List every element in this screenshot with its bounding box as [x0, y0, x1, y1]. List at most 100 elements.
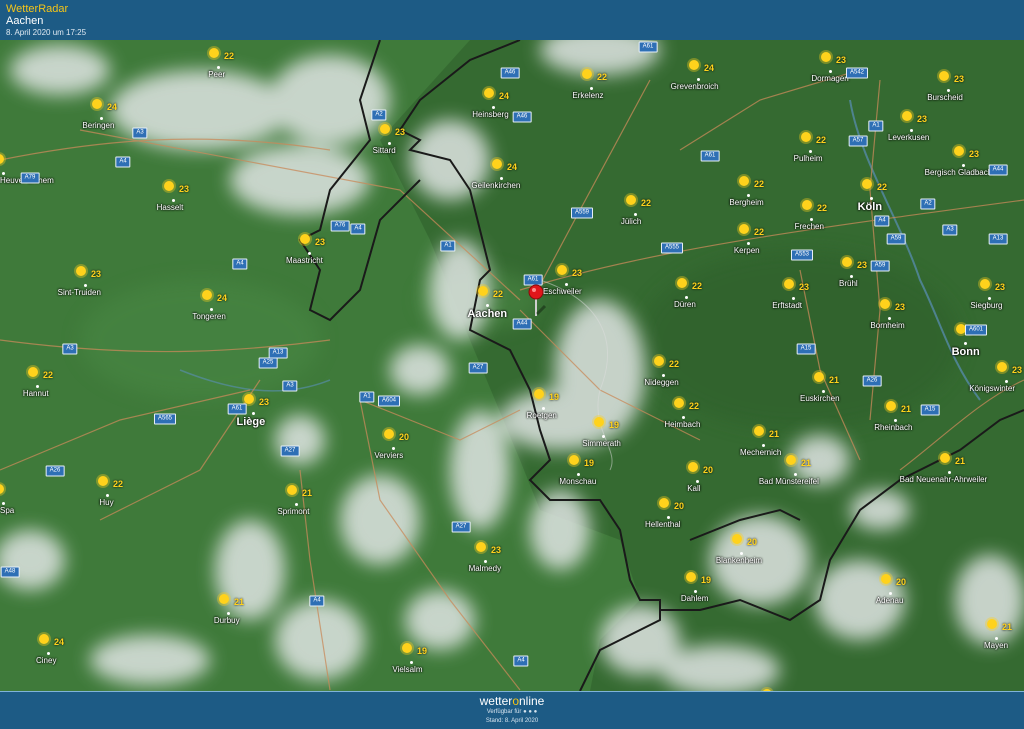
road-label: A604	[377, 395, 401, 407]
city-temperature: 22	[113, 479, 124, 489]
road-label: A59	[870, 260, 890, 272]
road-label: A44	[512, 318, 532, 330]
city-temperature: 21	[302, 488, 313, 498]
city-marker	[697, 78, 700, 81]
city-marker	[995, 637, 998, 640]
city-temperature: 22	[669, 359, 680, 369]
city-temperature: 21	[801, 458, 812, 468]
road-label: A61	[700, 150, 720, 162]
city-temperature: 22	[224, 51, 235, 61]
city-name: Hannut	[22, 389, 49, 398]
city-name: Bornheim	[870, 321, 905, 330]
city-temperature: 20	[399, 432, 410, 442]
city-name: Siegburg	[970, 301, 1003, 310]
sun-icon	[219, 594, 229, 604]
city-temperature: 19	[584, 458, 595, 468]
city-temperature: 19	[417, 646, 428, 656]
city-marker	[634, 213, 637, 216]
road-label: A44	[988, 164, 1008, 176]
road-label: A4	[115, 156, 131, 168]
city-marker	[948, 471, 951, 474]
city-name: Jülich	[620, 217, 642, 226]
city-temperature: 23	[259, 397, 270, 407]
road-label: A57	[848, 135, 868, 147]
road-label: A4	[309, 595, 325, 607]
city-name: Kall	[687, 484, 701, 493]
sun-icon	[980, 279, 990, 289]
road-label: A59	[886, 233, 906, 245]
city-marker	[694, 590, 697, 593]
city-marker	[822, 390, 825, 393]
city-marker	[696, 480, 699, 483]
city-temperature: 23	[91, 269, 102, 279]
road-label: A61	[638, 41, 658, 53]
city-name: Tongeren	[192, 312, 226, 321]
brand-o: o	[512, 694, 519, 708]
sun-icon	[569, 455, 579, 465]
road-label: A27	[451, 521, 471, 533]
sun-icon	[674, 398, 684, 408]
sun-icon	[688, 462, 698, 472]
city-name: Sint-Truiden	[57, 288, 101, 297]
road-label: A15	[920, 404, 940, 416]
sun-icon	[801, 132, 811, 142]
city-temperature: 24	[507, 162, 518, 172]
city-temperature: 22	[692, 281, 703, 291]
city-temperature: 20	[674, 501, 685, 511]
city-name: Maastricht	[286, 256, 323, 265]
city-marker	[590, 87, 593, 90]
road-label: A601	[964, 324, 988, 336]
road-label: A1	[359, 391, 375, 403]
city-temperature: 22	[754, 179, 765, 189]
city-temperature: 19	[609, 420, 620, 430]
road-label: A79	[20, 172, 40, 184]
city-marker	[667, 516, 670, 519]
road-label: A4	[350, 223, 366, 235]
city-marker	[894, 419, 897, 422]
city-marker	[84, 284, 87, 287]
city-marker	[106, 494, 109, 497]
sun-icon	[626, 195, 636, 205]
weather-radar-map[interactable]: 22 Peer 24 Beringen 24 Heinsberg 22 Erkelenz 24 G…	[0, 40, 1024, 691]
city-name: Roetgen	[526, 411, 557, 420]
sun-icon	[997, 362, 1007, 372]
city-marker	[492, 106, 495, 109]
city-name: Rheinbach	[874, 423, 913, 432]
sun-icon	[842, 257, 852, 267]
city-marker	[682, 416, 685, 419]
wetteronline-logo[interactable]: wetteronline	[0, 694, 1024, 708]
city-name: Eschweiler	[543, 287, 582, 296]
city-marker	[577, 473, 580, 476]
sun-icon	[534, 389, 544, 399]
city-name: Bergisch Gladbach	[924, 168, 993, 177]
sun-icon	[164, 181, 174, 191]
available-for: Verfügbar für ● ● ●	[0, 709, 1024, 715]
city-name: Hellenthal	[645, 520, 681, 529]
city-temperature: 21	[829, 375, 840, 385]
city-name: Blankenheim	[715, 556, 763, 565]
city-marker	[889, 592, 892, 595]
sun-icon	[814, 372, 824, 382]
brand-text-2: nline	[519, 694, 545, 708]
city-temperature: 24	[499, 91, 510, 101]
city-temperature: 22	[43, 370, 54, 380]
city-name: Euskirchen	[800, 394, 840, 403]
city-name: Beringen	[82, 121, 115, 130]
sun-icon	[582, 69, 592, 79]
city-marker	[685, 296, 688, 299]
city-name: Frechen	[794, 222, 824, 231]
road-label: A26	[862, 375, 882, 387]
city-name: Königswinter	[969, 384, 1016, 393]
city-name: Heinsberg	[472, 110, 509, 119]
road-label: A4	[874, 215, 890, 227]
city-marker	[740, 552, 743, 555]
city-marker	[2, 502, 5, 505]
city-marker	[227, 612, 230, 615]
sun-icon	[862, 179, 872, 189]
road-label: A13	[988, 233, 1008, 245]
city-temperature: 23	[491, 545, 502, 555]
city-marker	[794, 473, 797, 476]
android-icon: ●	[528, 709, 532, 715]
city-temperature: 24	[217, 293, 228, 303]
sun-icon	[881, 574, 891, 584]
